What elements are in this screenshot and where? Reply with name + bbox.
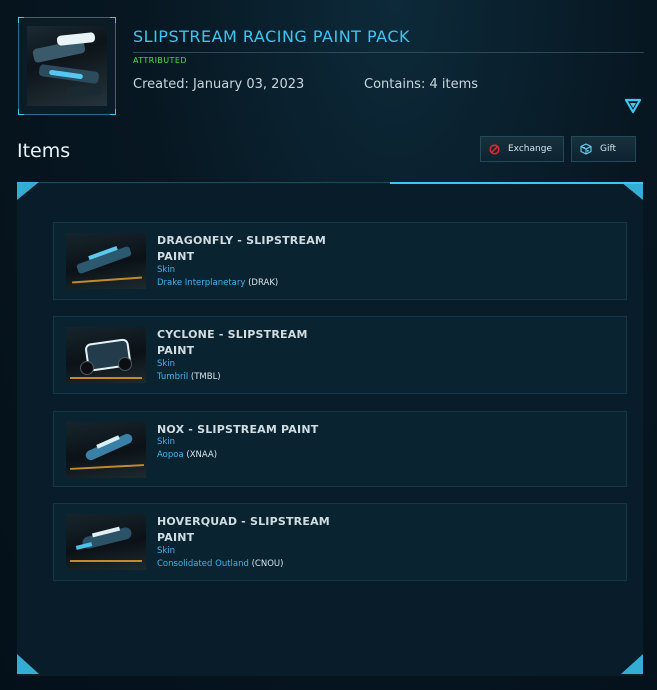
list-item[interactable]: DRAGONFLY - SLIPSTREAM PAINT Skin Drake … bbox=[53, 222, 627, 300]
pack-image bbox=[18, 17, 116, 115]
item-name: HOVERQUAD - SLIPSTREAM PAINT bbox=[157, 515, 330, 544]
item-type: Skin bbox=[157, 437, 176, 447]
list-item[interactable]: HOVERQUAD - SLIPSTREAM PAINT Skin Consol… bbox=[53, 503, 627, 581]
item-thumbnail bbox=[66, 233, 146, 289]
gift-label: Gift bbox=[600, 144, 617, 154]
pack-image-render bbox=[27, 26, 107, 106]
item-thumbnail bbox=[66, 422, 146, 478]
item-type: Skin bbox=[157, 265, 176, 275]
corner-ornament-icon bbox=[621, 182, 643, 200]
item-type: Skin bbox=[157, 546, 176, 556]
item-name: NOX - SLIPSTREAM PAINT bbox=[157, 423, 319, 436]
title-divider bbox=[133, 52, 644, 53]
list-item[interactable]: NOX - SLIPSTREAM PAINT Skin Aopoa (XNAA) bbox=[53, 411, 627, 487]
pack-title: SLIPSTREAM RACING PAINT PACK bbox=[133, 27, 410, 46]
corner-ornament-icon bbox=[18, 17, 24, 23]
exchange-label: Exchange bbox=[508, 144, 552, 154]
corner-ornament-icon bbox=[17, 654, 39, 674]
item-name: CYCLONE - SLIPSTREAM PAINT bbox=[157, 328, 308, 357]
item-name: DRAGONFLY - SLIPSTREAM PAINT bbox=[157, 234, 327, 263]
panel-accent-line bbox=[390, 182, 643, 184]
triangle-down-icon[interactable] bbox=[624, 98, 642, 114]
item-manufacturer: Consolidated Outland (CNOU) bbox=[157, 559, 284, 569]
item-count: Contains: 4 items bbox=[364, 77, 479, 92]
corner-ornament-icon bbox=[18, 109, 24, 115]
gift-button[interactable]: Gift bbox=[571, 136, 636, 162]
item-type: Skin bbox=[157, 359, 176, 369]
item-thumbnail bbox=[66, 514, 146, 570]
list-item[interactable]: CYCLONE - SLIPSTREAM PAINT Skin Tumbril … bbox=[53, 316, 627, 394]
item-thumbnail bbox=[66, 327, 146, 383]
prohibited-icon bbox=[489, 143, 500, 155]
corner-ornament-icon bbox=[17, 182, 39, 200]
item-manufacturer: Aopoa (XNAA) bbox=[157, 450, 218, 460]
status-badge: ATTRIBUTED bbox=[133, 56, 187, 65]
item-manufacturer: Drake Interplanetary (DRAK) bbox=[157, 278, 279, 288]
corner-ornament-icon bbox=[110, 109, 116, 115]
corner-ornament-icon bbox=[621, 654, 643, 674]
item-manufacturer: Tumbril (TMBL) bbox=[157, 372, 221, 382]
cube-icon bbox=[580, 143, 592, 155]
corner-ornament-icon bbox=[110, 17, 116, 23]
exchange-button[interactable]: Exchange bbox=[480, 136, 564, 162]
created-date: Created: January 03, 2023 bbox=[133, 77, 305, 92]
items-heading: Items bbox=[17, 140, 71, 162]
